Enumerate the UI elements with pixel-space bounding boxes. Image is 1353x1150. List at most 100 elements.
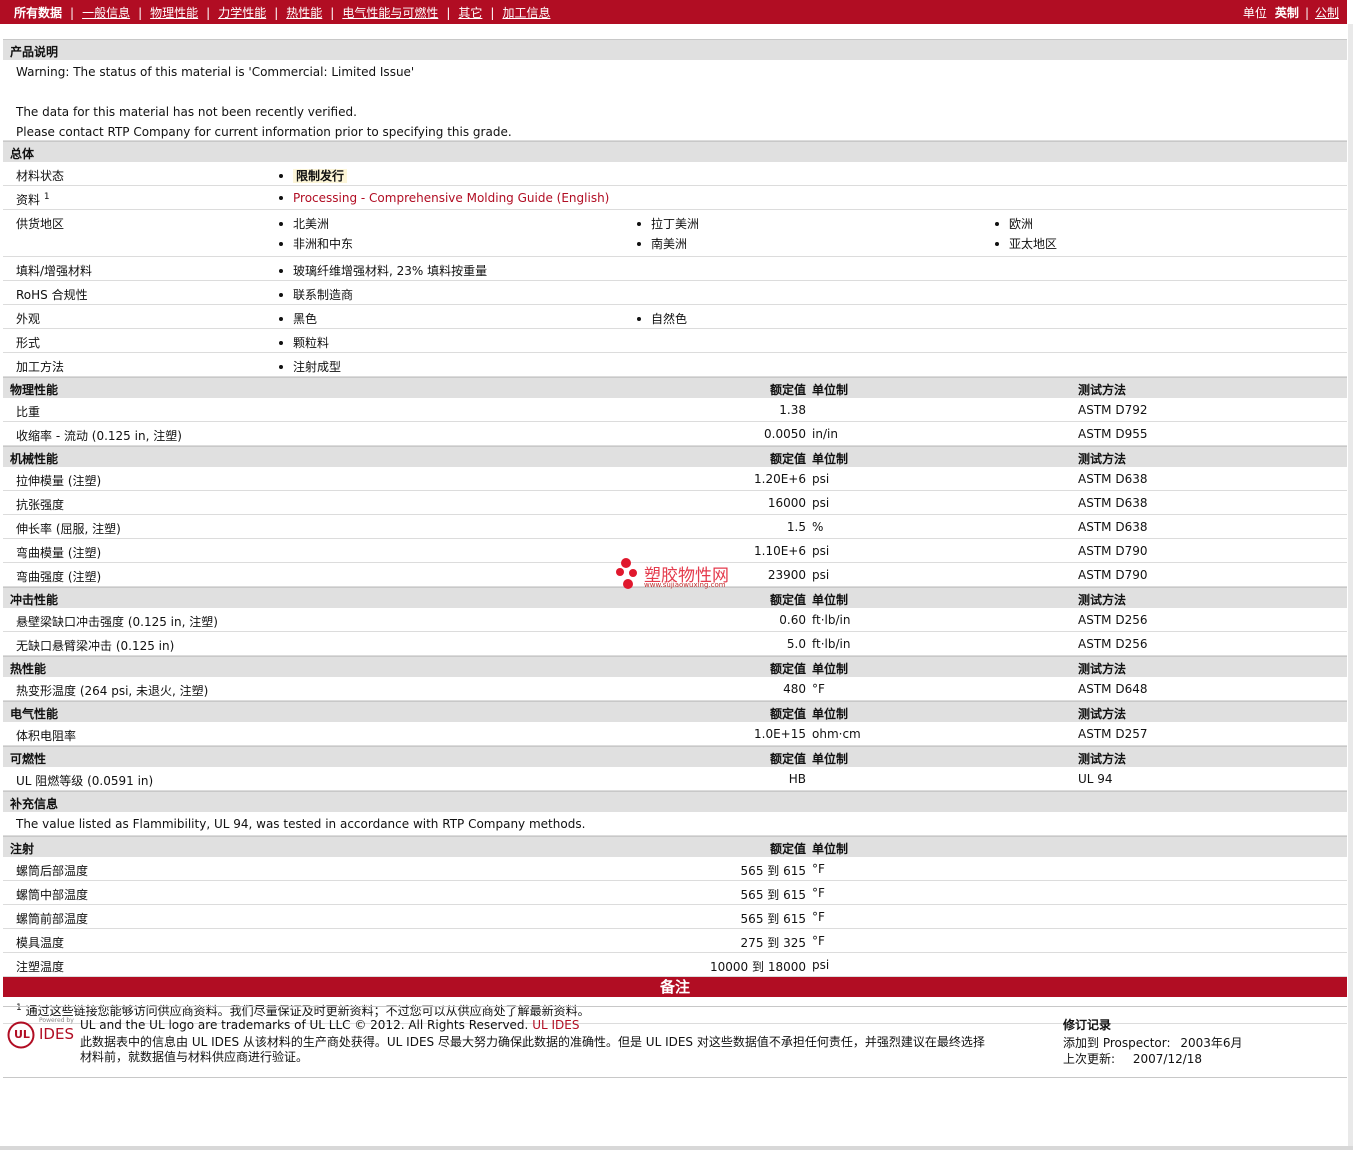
- row-label: 填料/增强材料: [16, 264, 93, 278]
- property-label: 抗张强度: [16, 498, 65, 512]
- bullet-icon: [637, 241, 641, 246]
- row-label: 材料状态: [16, 169, 65, 183]
- region-name: 非洲和中东: [293, 237, 354, 251]
- property-row: 无缺口悬臂梁冲击 (0.125 in) 5.0 ft·lb/in ASTM D2…: [3, 632, 1347, 656]
- window-bottom-edge: [0, 1146, 1353, 1150]
- ides-logo-text: IDES: [39, 1025, 74, 1043]
- tab-electrical-flammability[interactable]: 电气性能与可燃性: [342, 4, 438, 21]
- section-title: 电气性能: [10, 707, 59, 721]
- col-method-header: 测试方法: [1078, 452, 1127, 466]
- property-label: 螺筒中部温度: [16, 888, 89, 902]
- ul-ides-link[interactable]: UL IDES: [532, 1018, 579, 1032]
- ul-ides-logo: UL Powered by IDES: [7, 1017, 77, 1053]
- tab-separator: |: [206, 5, 211, 20]
- description-warning: Warning: The status of this material is …: [16, 65, 415, 79]
- property-row: 体积电阻率 1.0E+15 ohm·cm ASTM D257: [3, 722, 1347, 746]
- row-label: 资料 1: [16, 191, 50, 208]
- appearance-value: 自然色: [651, 312, 688, 326]
- bullet-icon: [279, 340, 283, 345]
- property-unit: °F: [812, 910, 825, 924]
- tab-processing[interactable]: 加工信息: [502, 4, 550, 21]
- property-row: 收缩率 - 流动 (0.125 in, 注塑) 0.0050 in/in AST…: [3, 422, 1347, 446]
- tab-all-data[interactable]: 所有数据: [14, 4, 62, 21]
- tab-separator: |: [446, 5, 451, 20]
- footnote-marker: 1: [43, 192, 50, 202]
- property-unit: °F: [812, 934, 825, 948]
- property-row: UL 阻燃等级 (0.0591 in) HB UL 94: [3, 767, 1347, 791]
- unit-english: 英制: [1274, 6, 1299, 20]
- property-value: 1.38: [779, 403, 806, 417]
- tab-general-info[interactable]: 一般信息: [82, 4, 130, 21]
- bullet-icon: [279, 364, 283, 369]
- tab-mechanical[interactable]: 力学性能: [218, 4, 266, 21]
- property-method: ASTM D638: [1078, 472, 1148, 486]
- row-label: 外观: [16, 312, 41, 326]
- tab-other[interactable]: 其它: [458, 4, 482, 21]
- bullet-icon: [279, 195, 283, 200]
- units-label: 单位: [1242, 6, 1267, 20]
- row-label: 供货地区: [16, 217, 65, 231]
- process-value: 注射成型: [293, 360, 342, 374]
- property-row: 比重 1.38 ASTM D792: [3, 398, 1347, 422]
- col-value-header: 额定值: [769, 593, 806, 607]
- property-method: ASTM D790: [1078, 568, 1148, 582]
- section-header-description: 产品说明: [3, 39, 1347, 60]
- tab-physical[interactable]: 物理性能: [150, 4, 198, 21]
- property-row: 热变形温度 (264 psi, 未退火, 注塑) 480 °F ASTM D64…: [3, 677, 1347, 701]
- col-unit-header: 单位制: [812, 452, 849, 466]
- property-label: UL 阻燃等级 (0.0591 in): [16, 774, 154, 788]
- row-label: 形式: [16, 336, 41, 350]
- row-label: 加工方法: [16, 360, 65, 374]
- row-resource: 资料 1 Processing - Comprehensive Molding …: [3, 186, 1347, 210]
- property-unit: %: [812, 520, 824, 534]
- property-method: ASTM D257: [1078, 727, 1148, 741]
- bullet-icon: [279, 241, 283, 246]
- section-header-injection: 注射 额定值 单位制: [3, 836, 1347, 857]
- molding-guide-link[interactable]: Processing - Comprehensive Molding Guide…: [293, 191, 609, 205]
- filler-value: 玻璃纤维增强材料, 23% 填料按重量: [293, 264, 488, 278]
- property-unit: psi: [812, 958, 830, 972]
- bullet-icon: [279, 173, 283, 178]
- property-value: 0.60: [779, 613, 806, 627]
- trademark-text: UL and the UL logo are trademarks of UL …: [80, 1018, 529, 1032]
- property-value: 1.0E+15: [754, 727, 806, 741]
- bullet-item: 颗粒料: [279, 334, 329, 351]
- bullet-item: 玻璃纤维增强材料, 23% 填料按重量: [279, 262, 487, 279]
- bullet-icon: [279, 316, 283, 321]
- unit-metric-link[interactable]: 公制: [1315, 4, 1339, 21]
- property-value: 565 到 615: [740, 888, 806, 902]
- form-value: 颗粒料: [293, 336, 330, 350]
- property-value: 1.10E+6: [754, 544, 806, 558]
- property-value: 23900: [767, 568, 806, 582]
- row-supply-region: 供货地区 北美洲 拉丁美洲 欧洲 非洲和中东 南美洲 亚太地区: [3, 210, 1347, 257]
- property-unit: ft·lb/in: [812, 637, 851, 651]
- section-title: 注射: [10, 842, 35, 856]
- section-title: 冲击性能: [10, 593, 59, 607]
- resource-label: 资料: [16, 193, 41, 207]
- property-label: 弯曲模量 (注塑): [16, 546, 102, 560]
- region-name: 亚太地区: [1009, 237, 1058, 251]
- row-label: RoHS 合规性: [16, 288, 88, 302]
- property-value: HB: [788, 772, 806, 786]
- property-value: 480: [783, 682, 806, 696]
- bullet-item: 联系制造商: [279, 286, 353, 303]
- bullet-icon: [637, 316, 641, 321]
- property-unit: °F: [812, 682, 825, 696]
- property-method: ASTM D256: [1078, 613, 1148, 627]
- property-row: 拉伸模量 (注塑) 1.20E+6 psi ASTM D638: [3, 467, 1347, 491]
- property-label: 模具温度: [16, 936, 65, 950]
- col-method-header: 测试方法: [1078, 593, 1127, 607]
- property-label: 螺筒后部温度: [16, 864, 89, 878]
- tab-thermal[interactable]: 热性能: [286, 4, 322, 21]
- property-unit: psi: [812, 496, 830, 510]
- bullet-item: Processing - Comprehensive Molding Guide…: [279, 191, 609, 205]
- property-unit: °F: [812, 886, 825, 900]
- supplement-row: The value listed as Flammibility, UL 94,…: [3, 812, 1347, 836]
- tab-separator: |: [70, 5, 75, 20]
- col-unit-header: 单位制: [812, 752, 849, 766]
- col-unit-header: 单位制: [812, 593, 849, 607]
- property-value: 0.0050: [764, 427, 806, 441]
- property-row: 注塑温度 10000 到 18000 psi: [3, 953, 1347, 977]
- property-unit: psi: [812, 568, 830, 582]
- property-value: 5.0: [786, 637, 806, 651]
